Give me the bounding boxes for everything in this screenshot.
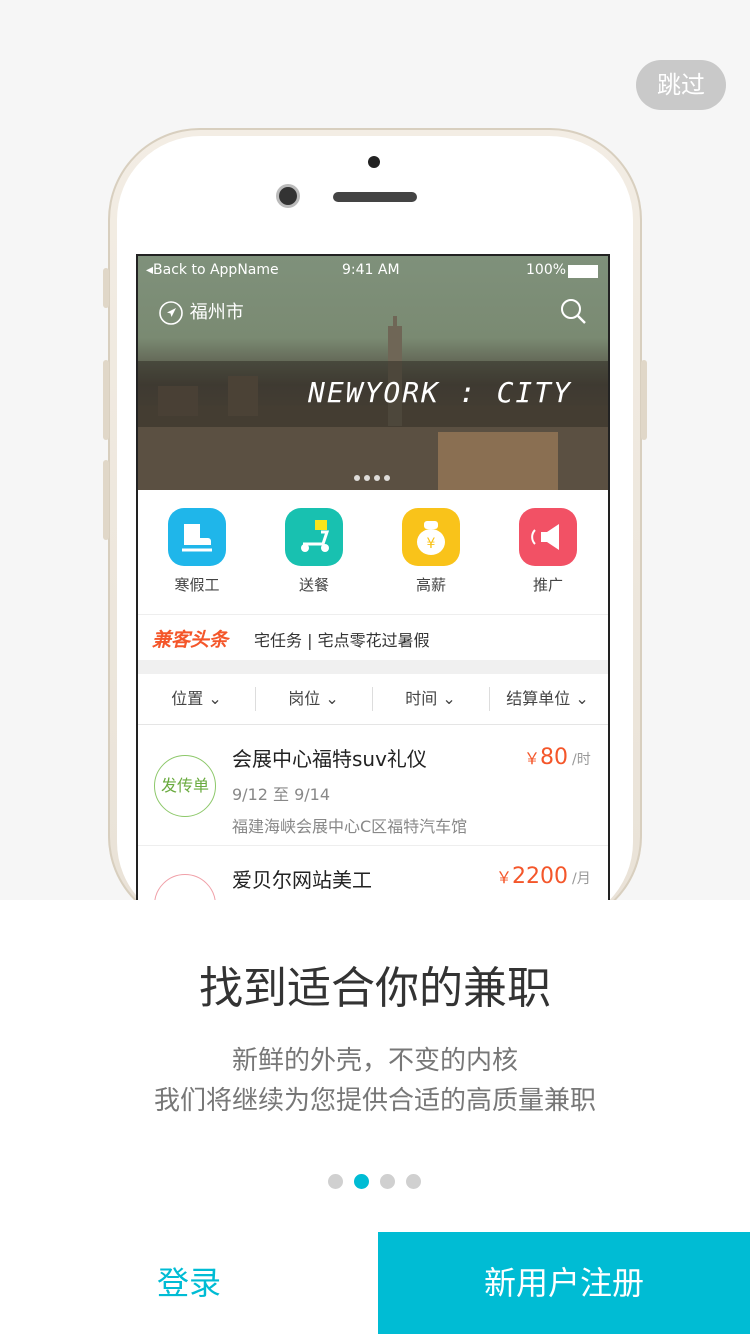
category-high-pay[interactable]: ¥ 高薪 [391, 508, 471, 595]
svg-text:¥: ¥ [427, 536, 436, 552]
job-price: ￥2200/月 [496, 864, 591, 889]
status-bar: ◂Back to AppName 9:41 AM 100% [138, 262, 608, 282]
banner-pagination [354, 466, 394, 485]
category-label: 推广 [532, 576, 563, 594]
job-address: 福建海峡会展中心C区福特汽车馆 [232, 817, 468, 836]
scooter-icon [285, 508, 343, 566]
filter-position[interactable]: 岗位 ⌄ [255, 674, 372, 724]
banner-title: NEWYORK : CITY [308, 376, 573, 409]
phone-volume-down [103, 460, 109, 540]
battery-icon [568, 265, 598, 278]
job-list-item[interactable]: 发传单 会展中心福特suv礼仪 ￥80/时 9/12 至 9/14 福建海峡会展… [138, 725, 608, 846]
category-winter-job[interactable]: 寒假工 [157, 508, 237, 595]
news-ticker[interactable]: 兼客头条 宅任务 | 宅点零花过暑假 [138, 614, 608, 662]
filter-settlement[interactable]: 结算单位 ⌄ [489, 674, 606, 724]
register-button[interactable]: 新用户注册 [378, 1232, 750, 1334]
category-label: 送餐 [298, 576, 329, 594]
category-label: 寒假工 [174, 576, 220, 594]
phone-sensor [368, 156, 380, 168]
phone-camera [279, 187, 297, 205]
login-button[interactable]: 登录 [0, 1232, 378, 1334]
filter-label: 岗位 [288, 689, 321, 708]
category-delivery[interactable]: 送餐 [274, 508, 354, 595]
filter-label: 位置 [171, 689, 204, 708]
page-indicator-dot[interactable] [406, 1174, 421, 1189]
onboarding-headline: 找到适合你的兼职 [199, 963, 551, 1014]
chevron-down-icon: ⌄ [325, 689, 339, 708]
city-banner: ◂Back to AppName 9:41 AM 100% 福州市 NEWYOR… [138, 256, 608, 490]
category-promotion[interactable]: 推广 [508, 508, 588, 595]
skate-icon [168, 508, 226, 566]
job-category-stamp: 发传单 [154, 755, 216, 817]
chevron-down-icon: ⌄ [575, 689, 589, 708]
location-label: 福州市 [189, 302, 244, 323]
location-selector[interactable]: 福州市 [158, 298, 244, 326]
category-row: 寒假工 送餐 ¥ 高薪 推广 [138, 490, 608, 614]
phone-volume-up [103, 360, 109, 440]
job-title: 爱贝尔网站美工 [232, 868, 372, 892]
location-arrow-icon [159, 301, 183, 325]
megaphone-icon [519, 508, 577, 566]
onboarding-subtitle-1: 新鲜的外壳，不变的内核 [231, 1046, 518, 1076]
page-indicator-dot[interactable] [380, 1174, 395, 1189]
filter-bar: 位置 ⌄ 岗位 ⌄ 时间 ⌄ 结算单位 ⌄ [138, 674, 608, 725]
phone-mute-switch [103, 268, 109, 308]
search-icon[interactable] [558, 296, 588, 326]
job-price: ￥80/时 [524, 745, 591, 770]
news-brand-logo: 兼客头条 [152, 629, 229, 651]
chevron-down-icon: ⌄ [208, 689, 222, 708]
filter-location[interactable]: 位置 ⌄ [138, 674, 255, 724]
phone-power-button [641, 360, 647, 440]
phone-speaker [333, 192, 417, 202]
chevron-down-icon: ⌄ [442, 689, 456, 708]
onboarding-subtitle-2: 我们将继续为您提供合适的高质量兼职 [153, 1086, 596, 1116]
section-divider [138, 660, 608, 674]
page-indicator-dot[interactable] [328, 1174, 343, 1189]
category-label: 高薪 [415, 576, 446, 594]
back-to-app-link[interactable]: ◂Back to AppName [146, 262, 279, 278]
job-title: 会展中心福特suv礼仪 [232, 747, 427, 771]
skip-button[interactable]: 跳过 [636, 60, 726, 110]
page-indicator-dot-active[interactable] [354, 1174, 369, 1189]
status-time: 9:41 AM [342, 262, 400, 278]
building [438, 432, 558, 490]
filter-label: 结算单位 [506, 689, 571, 708]
job-date: 9/12 至 9/14 [232, 785, 331, 804]
phone-screen: ◂Back to AppName 9:41 AM 100% 福州市 NEWYOR… [136, 254, 610, 918]
building [393, 316, 397, 330]
money-bag-icon: ¥ [402, 508, 460, 566]
filter-label: 时间 [405, 689, 438, 708]
news-text: 宅任务 | 宅点零花过暑假 [254, 631, 430, 650]
status-battery-text: 100% [526, 262, 567, 278]
filter-time[interactable]: 时间 ⌄ [372, 674, 489, 724]
